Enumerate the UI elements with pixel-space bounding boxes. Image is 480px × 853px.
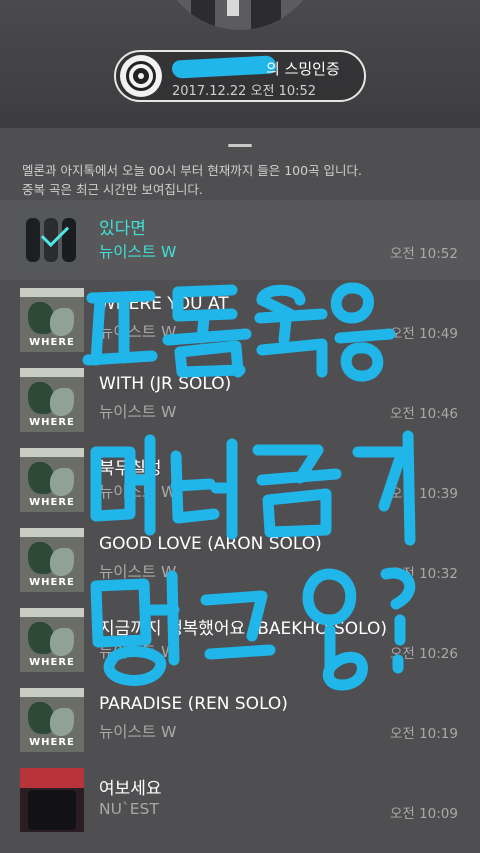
play-time: 오전 10:26	[389, 646, 458, 662]
play-time: 오전 10:39	[389, 486, 458, 502]
song-row[interactable]: WHERE WITH (JR SOLO) 뉴이스트 W 오전 10:46	[0, 360, 480, 440]
cover-word: WHERE	[29, 497, 75, 508]
album-cover: WHERE	[20, 528, 84, 592]
song-title: 지금까지 행복했어요 (BAEKHO SOLO)	[99, 619, 387, 639]
song-artist: 뉴이스트 W	[99, 643, 177, 661]
album-cover: WHERE	[20, 368, 84, 432]
album-cover	[20, 208, 84, 272]
song-row[interactable]: WHERE 지금까지 행복했어요 (BAEKHO SOLO) 뉴이스트 W 오전…	[0, 600, 480, 680]
play-time: 오전 10:49	[389, 326, 458, 342]
song-title: GOOD LOVE (ARON SOLO)	[99, 534, 322, 554]
play-time: 오전 10:32	[389, 566, 458, 582]
song-title: WHERE YOU AT	[99, 294, 229, 314]
history-sheet: 멜론과 아지톡에서 오늘 00시 부터 현재까지 들은 100곡 입니다. 중복…	[0, 128, 480, 853]
cover-word: WHERE	[29, 417, 75, 428]
song-artist: 뉴이스트 W	[99, 243, 177, 261]
song-title: 북두칠성	[99, 459, 162, 479]
badge-title: 의 스밍인증	[266, 60, 340, 78]
album-cover: WHERE	[20, 288, 84, 352]
play-time: 오전 10:52	[389, 246, 458, 262]
song-title: 여보세요	[99, 779, 162, 799]
cover-word: WHERE	[29, 337, 75, 348]
redacted-username-marker	[171, 55, 277, 79]
song-artist: NU`EST	[99, 800, 159, 818]
play-time: 오전 10:46	[389, 406, 458, 422]
album-cover: WHERE	[20, 448, 84, 512]
song-row[interactable]: 여보세요 NU`EST 오전 10:09	[0, 760, 480, 840]
song-row-current[interactable]: 있다면 뉴이스트 W 오전 10:52	[0, 200, 480, 280]
song-row[interactable]: WHERE WHERE YOU AT 뉴이스트 W 오전 10:49	[0, 280, 480, 360]
song-row[interactable]: WHERE GOOD LOVE (ARON SOLO) 뉴이스트 W 오전 10…	[0, 520, 480, 600]
song-title: 있다면	[99, 219, 146, 239]
cover-word: WHERE	[29, 737, 75, 748]
song-row[interactable]: WHERE 북두칠성 뉴이스트 W 오전 10:39	[0, 440, 480, 520]
notice-text: 멜론과 아지톡에서 오늘 00시 부터 현재까지 들은 100곡 입니다. 중복…	[22, 161, 362, 199]
song-row[interactable]: WHERE PARADISE (REN SOLO) 뉴이스트 W 오전 10:1…	[0, 680, 480, 760]
album-cover: WHERE	[20, 688, 84, 752]
vinyl-disc-icon	[120, 55, 162, 97]
song-artist: 뉴이스트 W	[99, 483, 177, 501]
badge-datetime: 2017.12.22 오전 10:52	[172, 84, 317, 99]
album-cover: WHERE	[20, 608, 84, 672]
profile-image	[155, 0, 325, 30]
play-time: 오전 10:09	[389, 806, 458, 822]
cover-word: WHERE	[29, 657, 75, 668]
cover-word: WHERE	[29, 577, 75, 588]
notice-line-1: 멜론과 아지톡에서 오늘 00시 부터 현재까지 들은 100곡 입니다.	[22, 163, 363, 178]
song-title: WITH (JR SOLO)	[99, 374, 232, 394]
notice-line-2: 중복 곡은 최근 시간만 보여집니다.	[22, 182, 203, 197]
song-artist: 뉴이스트 W	[99, 723, 177, 741]
song-artist: 뉴이스트 W	[99, 563, 177, 581]
streaming-certification-badge[interactable]: 의 스밍인증 2017.12.22 오전 10:52	[114, 50, 366, 102]
album-cover	[20, 768, 84, 832]
song-artist: 뉴이스트 W	[99, 323, 177, 341]
play-time: 오전 10:19	[389, 726, 458, 742]
song-artist: 뉴이스트 W	[99, 403, 177, 421]
drag-handle[interactable]	[228, 144, 252, 147]
song-title: PARADISE (REN SOLO)	[99, 694, 288, 714]
top-header: 의 스밍인증 2017.12.22 오전 10:52	[0, 0, 480, 128]
